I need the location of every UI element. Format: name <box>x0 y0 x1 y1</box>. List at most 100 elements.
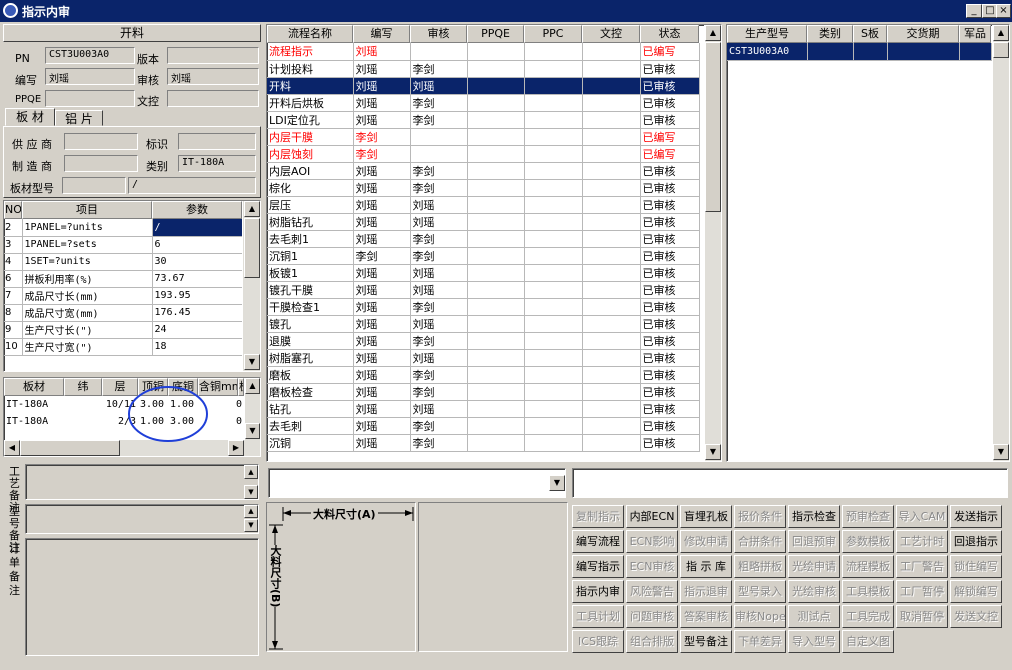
model-header-0[interactable]: 生产型号 <box>727 25 807 43</box>
action-button[interactable]: 编写流程 <box>572 530 624 553</box>
scroll-left-arrow-icon[interactable]: ◀ <box>4 440 20 456</box>
hscroll-thumb[interactable] <box>20 440 120 456</box>
board-model-field-2[interactable]: / <box>128 177 256 194</box>
scroll-down-arrow-icon[interactable]: ▼ <box>244 354 260 370</box>
table-row[interactable]: 去毛刺 刘瑶 李剑 已审核 <box>267 417 700 435</box>
action-button[interactable]: 复制指示 <box>572 505 624 528</box>
scroll-down-arrow-icon[interactable]: ▼ <box>993 444 1009 460</box>
table-row[interactable]: 去毛刺1 刘瑶 李剑 已审核 <box>267 230 700 248</box>
author-field[interactable]: 刘瑶 <box>45 68 135 85</box>
action-button[interactable]: 指示检查 <box>788 505 840 528</box>
action-button[interactable]: 合拼条件 <box>734 530 786 553</box>
flow-header-3[interactable]: PPQE <box>467 25 524 43</box>
action-button[interactable]: 报价条件 <box>734 505 786 528</box>
params-scrollbar[interactable]: ▲ ▼ <box>242 201 260 371</box>
action-button[interactable]: 发送指示 <box>950 505 1002 528</box>
table-row[interactable]: 磨板检查 刘瑶 李剑 已审核 <box>267 383 700 401</box>
action-button[interactable]: 光绘审核 <box>788 580 840 603</box>
scroll-up-arrow-icon[interactable]: ▲ <box>705 25 721 41</box>
remark-textbox[interactable] <box>572 468 1008 498</box>
action-button[interactable]: 工具计划 <box>572 605 624 628</box>
scroll-down-arrow-icon[interactable]: ▼ <box>705 444 721 460</box>
table-row[interactable]: 沉铜1 李剑 李剑 已审核 <box>267 247 700 265</box>
table-row[interactable]: 退膜 刘瑶 李剑 已审核 <box>267 332 700 350</box>
scroll-down-arrow-icon[interactable]: ▼ <box>245 423 260 439</box>
flow-header-6[interactable]: 状态 <box>640 25 699 43</box>
minimize-button[interactable]: _ <box>966 4 982 18</box>
model-scrollbar[interactable]: ▲ ▼ <box>992 25 1009 461</box>
tab-board-material[interactable]: 板 材 <box>5 108 55 126</box>
action-button[interactable]: 参数模板 <box>842 530 894 553</box>
table-row[interactable]: 7 成品尺寸长(mm) 193.95 <box>4 287 243 305</box>
action-button[interactable]: 工艺计时 <box>896 530 948 553</box>
table-row[interactable]: 树脂塞孔 刘瑶 刘瑶 已审核 <box>267 349 700 367</box>
action-button[interactable]: 风险警告 <box>626 580 678 603</box>
action-button[interactable]: 指示内审 <box>572 580 624 603</box>
action-button[interactable]: 发送文控 <box>950 605 1002 628</box>
action-button[interactable]: 工具完成 <box>842 605 894 628</box>
flow-header-4[interactable]: PPC <box>524 25 582 43</box>
table-row[interactable]: 10 生产尺寸宽(") 18 <box>4 338 243 356</box>
model-header-3[interactable]: 交货期 <box>887 25 959 43</box>
table-row[interactable]: 内层AOI 刘瑶 李剑 已审核 <box>267 162 700 180</box>
tab-aluminum-sheet[interactable]: 铝 片 <box>55 110 103 126</box>
table-row[interactable]: 沉铜 刘瑶 李剑 已审核 <box>267 434 700 452</box>
table-row[interactable]: 镀孔干膜 刘瑶 刘瑶 已审核 <box>267 281 700 299</box>
model-header-4[interactable]: 军品 <box>959 25 991 43</box>
table-row[interactable]: 计划投料 刘瑶 李剑 已审核 <box>267 60 700 78</box>
table-row[interactable]: 棕化 刘瑶 李剑 已审核 <box>267 179 700 197</box>
action-button[interactable]: 回退预审 <box>788 530 840 553</box>
action-button[interactable]: 自定义图 <box>842 630 894 653</box>
action-button[interactable]: 粗略拼板 <box>734 555 786 578</box>
action-button[interactable]: 预审检查 <box>842 505 894 528</box>
action-button[interactable]: 指示退审 <box>680 580 732 603</box>
action-button[interactable]: 测试点 <box>788 605 840 628</box>
action-button[interactable]: 盲埋孔板 <box>680 505 732 528</box>
action-button[interactable]: 型号录入 <box>734 580 786 603</box>
action-button[interactable]: 审核Nope <box>734 605 786 628</box>
action-button[interactable]: ECN影响 <box>626 530 678 553</box>
table-row[interactable]: 镀孔 刘瑶 刘瑶 已审核 <box>267 315 700 333</box>
category-field[interactable]: IT-180A <box>178 155 256 172</box>
table-row[interactable]: 钻孔 刘瑶 刘瑶 已审核 <box>267 400 700 418</box>
model-header-1[interactable]: 类别 <box>807 25 853 43</box>
flow-header-1[interactable]: 编写 <box>353 25 410 43</box>
model-header-2[interactable]: S板 <box>853 25 887 43</box>
table-row[interactable]: 树脂钻孔 刘瑶 刘瑶 已审核 <box>267 213 700 231</box>
scroll-right-arrow-icon[interactable]: ▶ <box>228 440 244 456</box>
supplier-field[interactable] <box>64 133 138 150</box>
scroll-up-arrow-icon[interactable]: ▲ <box>244 465 258 479</box>
order-note-field[interactable] <box>25 538 259 656</box>
review-field[interactable]: 刘瑶 <box>167 68 259 85</box>
stack-vscroll[interactable]: ▲ ▼ <box>244 378 260 440</box>
maker-field[interactable] <box>64 155 138 172</box>
mark-field[interactable] <box>178 133 256 150</box>
scroll-up-arrow-icon[interactable]: ▲ <box>244 201 260 217</box>
table-row[interactable]: 开料 刘瑶 刘瑶 已审核 <box>267 77 700 95</box>
table-row[interactable]: 9 生产尺寸长(") 24 <box>4 321 243 339</box>
action-button[interactable]: 修改申请 <box>680 530 732 553</box>
action-button[interactable]: 导入型号 <box>788 630 840 653</box>
table-row[interactable]: CST3U003A0 <box>727 43 992 61</box>
table-row[interactable]: 8 成品尺寸宽(mm) 176.45 <box>4 304 243 322</box>
model-note-field[interactable]: ▲ ▼ <box>25 504 259 534</box>
action-button[interactable]: 内部ECN <box>626 505 678 528</box>
version-field[interactable] <box>167 47 259 64</box>
table-row[interactable]: 板镀1 刘瑶 刘瑶 已审核 <box>267 264 700 282</box>
table-row[interactable]: 内层蚀刻 李剑 已编写 <box>267 145 700 163</box>
close-button[interactable]: × <box>996 4 1011 18</box>
action-button[interactable]: 工厂暂停 <box>896 580 948 603</box>
flow-header-5[interactable]: 文控 <box>582 25 640 43</box>
flow-scrollbar[interactable]: ▲ ▼ <box>704 25 721 461</box>
pn-field[interactable]: CST3U003A0 <box>45 47 135 64</box>
action-button[interactable]: ICS跟踪 <box>572 630 624 653</box>
action-button[interactable]: 型号备注 <box>680 630 732 653</box>
board-model-field[interactable] <box>62 177 126 194</box>
table-row[interactable]: 2 1PANEL=?units / <box>4 219 243 237</box>
ppqe-field[interactable] <box>45 90 135 107</box>
action-button[interactable]: 下单差异 <box>734 630 786 653</box>
table-row[interactable]: 流程指示 刘瑶 已编写 <box>267 43 700 61</box>
action-button[interactable]: 取消暂停 <box>896 605 948 628</box>
action-button[interactable]: 解锁编写 <box>950 580 1002 603</box>
action-button[interactable]: 工具模板 <box>842 580 894 603</box>
